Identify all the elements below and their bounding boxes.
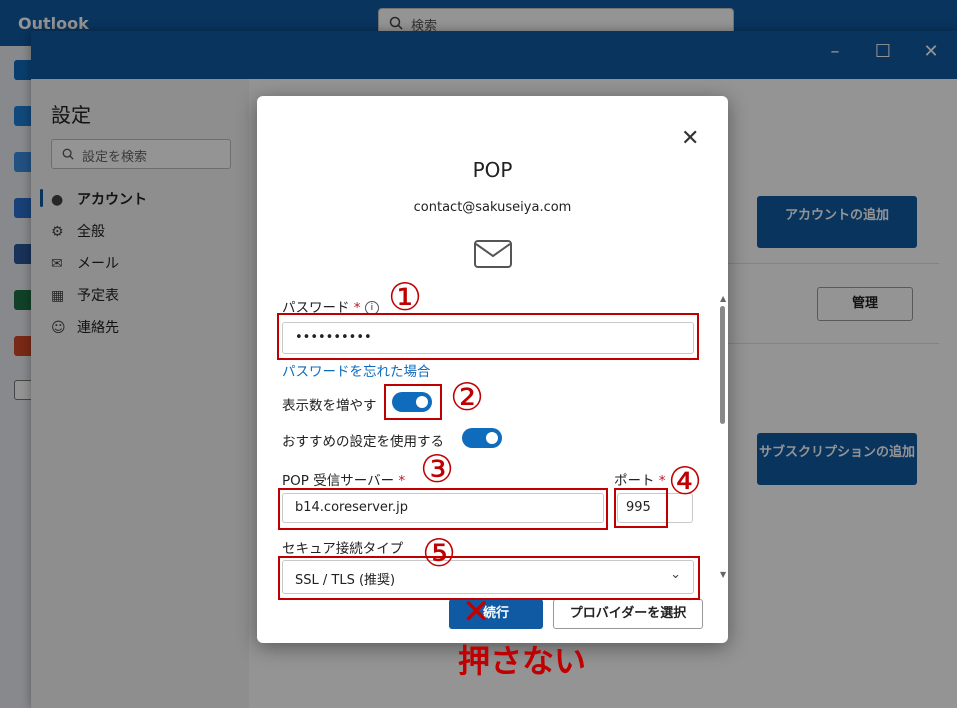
annotation-cross: ✕ xyxy=(462,592,491,632)
forgot-password-link[interactable]: パスワードを忘れた場合 xyxy=(282,360,431,380)
dialog-title: POP xyxy=(472,158,513,182)
envelope-icon xyxy=(474,240,512,268)
select-provider-button[interactable]: プロバイダーを選択 xyxy=(553,599,703,629)
show-more-label: 表示数を増やす xyxy=(282,398,377,414)
annotation-box-4 xyxy=(614,488,668,528)
secure-type-label: セキュア接続タイプ xyxy=(282,541,404,557)
annotation-number-3: ③ xyxy=(420,447,455,491)
select-provider-label: プロバイダーを選択 xyxy=(569,606,687,621)
annotation-number-2: ② xyxy=(450,375,485,419)
annotation-number-1: ① xyxy=(388,275,423,319)
dialog-email: contact@sakuseiya.com xyxy=(413,200,572,215)
annotation-box-3 xyxy=(278,488,608,530)
scroll-down-icon[interactable]: ▼ xyxy=(720,570,726,579)
port-label: ポート * xyxy=(614,473,666,489)
annotation-box-2 xyxy=(384,384,442,420)
annotation-do-not-press: 押さない xyxy=(458,642,587,680)
pop-server-label: POP 受信サーバー * xyxy=(282,473,406,489)
annotation-number-5: ⑤ xyxy=(422,531,457,575)
close-icon[interactable]: ✕ xyxy=(681,126,699,151)
annotation-number-4: ④ xyxy=(668,459,703,503)
recommended-toggle[interactable] xyxy=(462,428,502,448)
scrollbar-thumb[interactable] xyxy=(720,306,725,424)
annotation-box-1 xyxy=(277,313,699,360)
scroll-up-icon[interactable]: ▲ xyxy=(720,294,726,303)
